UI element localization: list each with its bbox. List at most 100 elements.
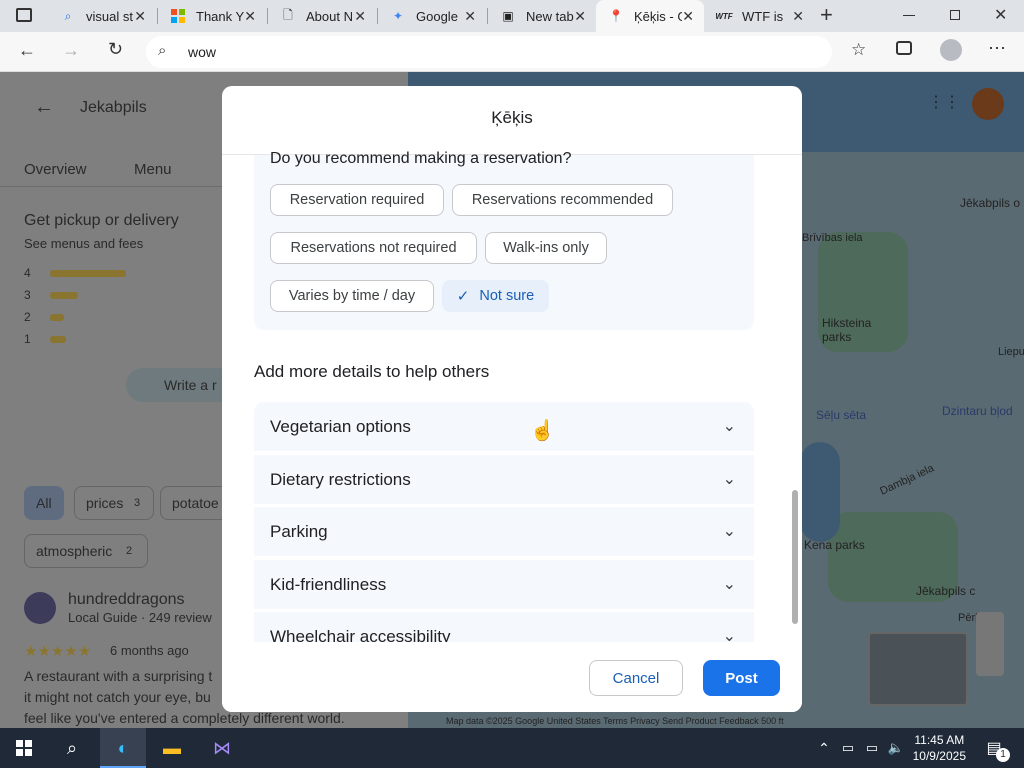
chip-not-sure[interactable]: ✓ Not sure — [442, 280, 549, 312]
clock-time: 11:45 AM — [914, 733, 965, 747]
post-button[interactable]: Post — [703, 660, 780, 696]
refresh-icon[interactable]: ↻ — [108, 39, 123, 60]
chip-reservations-not-required[interactable]: Reservations not required — [270, 232, 477, 264]
show-hidden-icons-icon[interactable]: ⌃ — [812, 736, 836, 760]
lake — [800, 442, 840, 542]
review-text-line: it might not catch your eye, bu — [24, 689, 211, 705]
map-label: Kena parks — [804, 538, 865, 552]
filter-atmospheric-label: atmospheric — [36, 543, 113, 559]
section-title: Add more details to help others — [254, 362, 490, 381]
rating-bar — [50, 336, 66, 343]
start-button[interactable] — [12, 736, 36, 760]
apps-grid-icon: ⋮⋮ — [928, 94, 960, 111]
review-text-line: feel like you've entered a completely di… — [24, 710, 345, 726]
map-label: Hiksteina parks — [822, 316, 872, 344]
search-icon: ⌕ — [64, 8, 72, 23]
search-icon[interactable]: ⌕ — [60, 736, 84, 760]
rating-label: 1 — [24, 332, 31, 346]
chip-walk-ins-only[interactable]: Walk-ins only — [485, 232, 607, 264]
new-tab-button[interactable]: + — [820, 2, 833, 28]
rating-label: 4 — [24, 266, 31, 280]
maps-pin-icon: 📍 — [608, 9, 624, 23]
map-label: Dzintaru bļod — [942, 404, 1013, 418]
rating-label: 2 — [24, 310, 31, 324]
cancel-button[interactable]: Cancel — [589, 660, 683, 696]
map-label: Jēkabpils c — [916, 584, 976, 598]
back-arrow-icon: ← — [34, 96, 54, 118]
address-text: wow — [188, 44, 217, 60]
close-tab-icon[interactable]: ✕ — [244, 8, 256, 25]
profile-avatar[interactable] — [940, 39, 962, 61]
tab-google[interactable]: ✦ Google ✕ — [378, 0, 486, 32]
close-tab-icon[interactable]: ✕ — [682, 8, 694, 25]
close-tab-icon[interactable]: ✕ — [792, 8, 804, 25]
tab-kekis-maps[interactable]: 📍 Ķēķis - G ✕ — [596, 0, 704, 32]
tab-thank-you[interactable]: Thank Y ✕ — [158, 0, 266, 32]
tab-overview: Overview — [24, 161, 87, 178]
tab-visual-studio[interactable]: ⌕ visual st ✕ — [48, 0, 156, 32]
chevron-down-icon: ⌄ — [722, 576, 736, 593]
edge-icon: ◐ — [117, 737, 129, 758]
write-review-label: Write a r — [164, 377, 217, 393]
favorites-star-icon[interactable]: ☆ — [851, 40, 866, 60]
accordion-dietary-restrictions[interactable]: Dietary restrictions ⌄ — [254, 455, 754, 506]
rating-bar — [50, 292, 78, 299]
wtf-icon: WTF — [715, 11, 733, 21]
collections-icon[interactable] — [896, 41, 912, 55]
checkmark-icon: ✓ — [456, 288, 470, 305]
tab-about[interactable]: 🗋 About N ✕ — [268, 0, 376, 32]
volume-muted-icon[interactable]: 🔈 — [884, 736, 908, 760]
close-tab-icon[interactable]: ✕ — [464, 8, 476, 25]
accordion-vegetarian-options[interactable]: Vegetarian options ⌄ — [254, 402, 754, 453]
windows-taskbar: ⌕ ◐ ▬ ⋈ ⌃ ▭ ▭ 🔈 11:45 AM 10/9/2025 ▤ 1 — [0, 728, 1024, 768]
visual-studio-icon[interactable]: ⋈ — [210, 736, 234, 760]
windows-logo-icon — [170, 8, 186, 24]
back-icon[interactable]: ← — [18, 40, 36, 61]
minimize-icon[interactable] — [903, 15, 915, 16]
close-tab-icon[interactable]: ✕ — [354, 8, 366, 25]
newtab-icon: ▣ — [502, 9, 514, 23]
file-explorer-icon[interactable]: ▬ — [160, 736, 184, 760]
pickup-title: Get pickup or delivery — [24, 212, 179, 229]
zoom-controls — [976, 612, 1004, 676]
chevron-down-icon: ⌄ — [722, 418, 736, 435]
close-tab-icon[interactable]: ✕ — [574, 8, 586, 25]
close-window-icon[interactable]: ✕ — [994, 5, 1007, 25]
system-clock[interactable]: 11:45 AM 10/9/2025 — [913, 732, 966, 764]
dialog-title: Ķēķis — [491, 108, 533, 127]
map-label: Sēļu sēta — [816, 408, 867, 422]
chip-reservations-recommended[interactable]: Reservations recommended — [452, 184, 673, 216]
map-label: Liepu — [998, 346, 1024, 358]
address-bar[interactable]: ⌕ wow — [146, 36, 832, 68]
review-text-line: A restaurant with a surprising t — [24, 668, 213, 684]
street-view-thumbnail — [868, 632, 968, 706]
map-label: Brīvības iela — [802, 232, 863, 244]
forward-icon[interactable]: → — [62, 40, 80, 61]
tab-new-tab[interactable]: ▣ New tab ✕ — [488, 0, 596, 32]
tab-menu: Menu — [134, 161, 172, 178]
more-menu-icon[interactable]: ⋯ — [988, 38, 1006, 59]
browser-tab-bar: ⌕ visual st ✕ Thank Y ✕ 🗋 About N ✕ ✦ Go… — [0, 0, 1024, 32]
reviewer-name: hundreddragons — [68, 591, 185, 608]
dialog-scrollbar[interactable] — [792, 490, 798, 624]
filter-prices-label: prices — [86, 495, 124, 511]
review-time: 6 months ago — [110, 643, 189, 658]
map-footer: Map data ©2025 Google United States Term… — [446, 716, 784, 726]
tab-wtf[interactable]: WTF WTF is ✕ — [704, 0, 814, 32]
review-stars: ★★★★★ — [24, 643, 92, 660]
chip-reservation-required[interactable]: Reservation required — [270, 184, 444, 216]
tab-actions-icon[interactable] — [16, 8, 32, 22]
clock-date: 10/9/2025 — [912, 749, 966, 763]
reviewer-avatar — [24, 592, 56, 624]
display-icon[interactable]: ▭ — [860, 736, 884, 760]
close-tab-icon[interactable]: ✕ — [134, 8, 146, 25]
rating-bar — [50, 270, 126, 277]
restore-icon[interactable] — [950, 10, 960, 20]
rating-bar — [50, 314, 64, 321]
map-label: Dambja iela — [878, 462, 936, 498]
search-icon: ⌕ — [158, 42, 167, 59]
accordion-parking[interactable]: Parking ⌄ — [254, 507, 754, 558]
chip-varies-by-time[interactable]: Varies by time / day — [270, 280, 434, 312]
accordion-kid-friendliness[interactable]: Kid-friendliness ⌄ — [254, 560, 754, 611]
network-icon[interactable]: ▭ — [836, 736, 860, 760]
